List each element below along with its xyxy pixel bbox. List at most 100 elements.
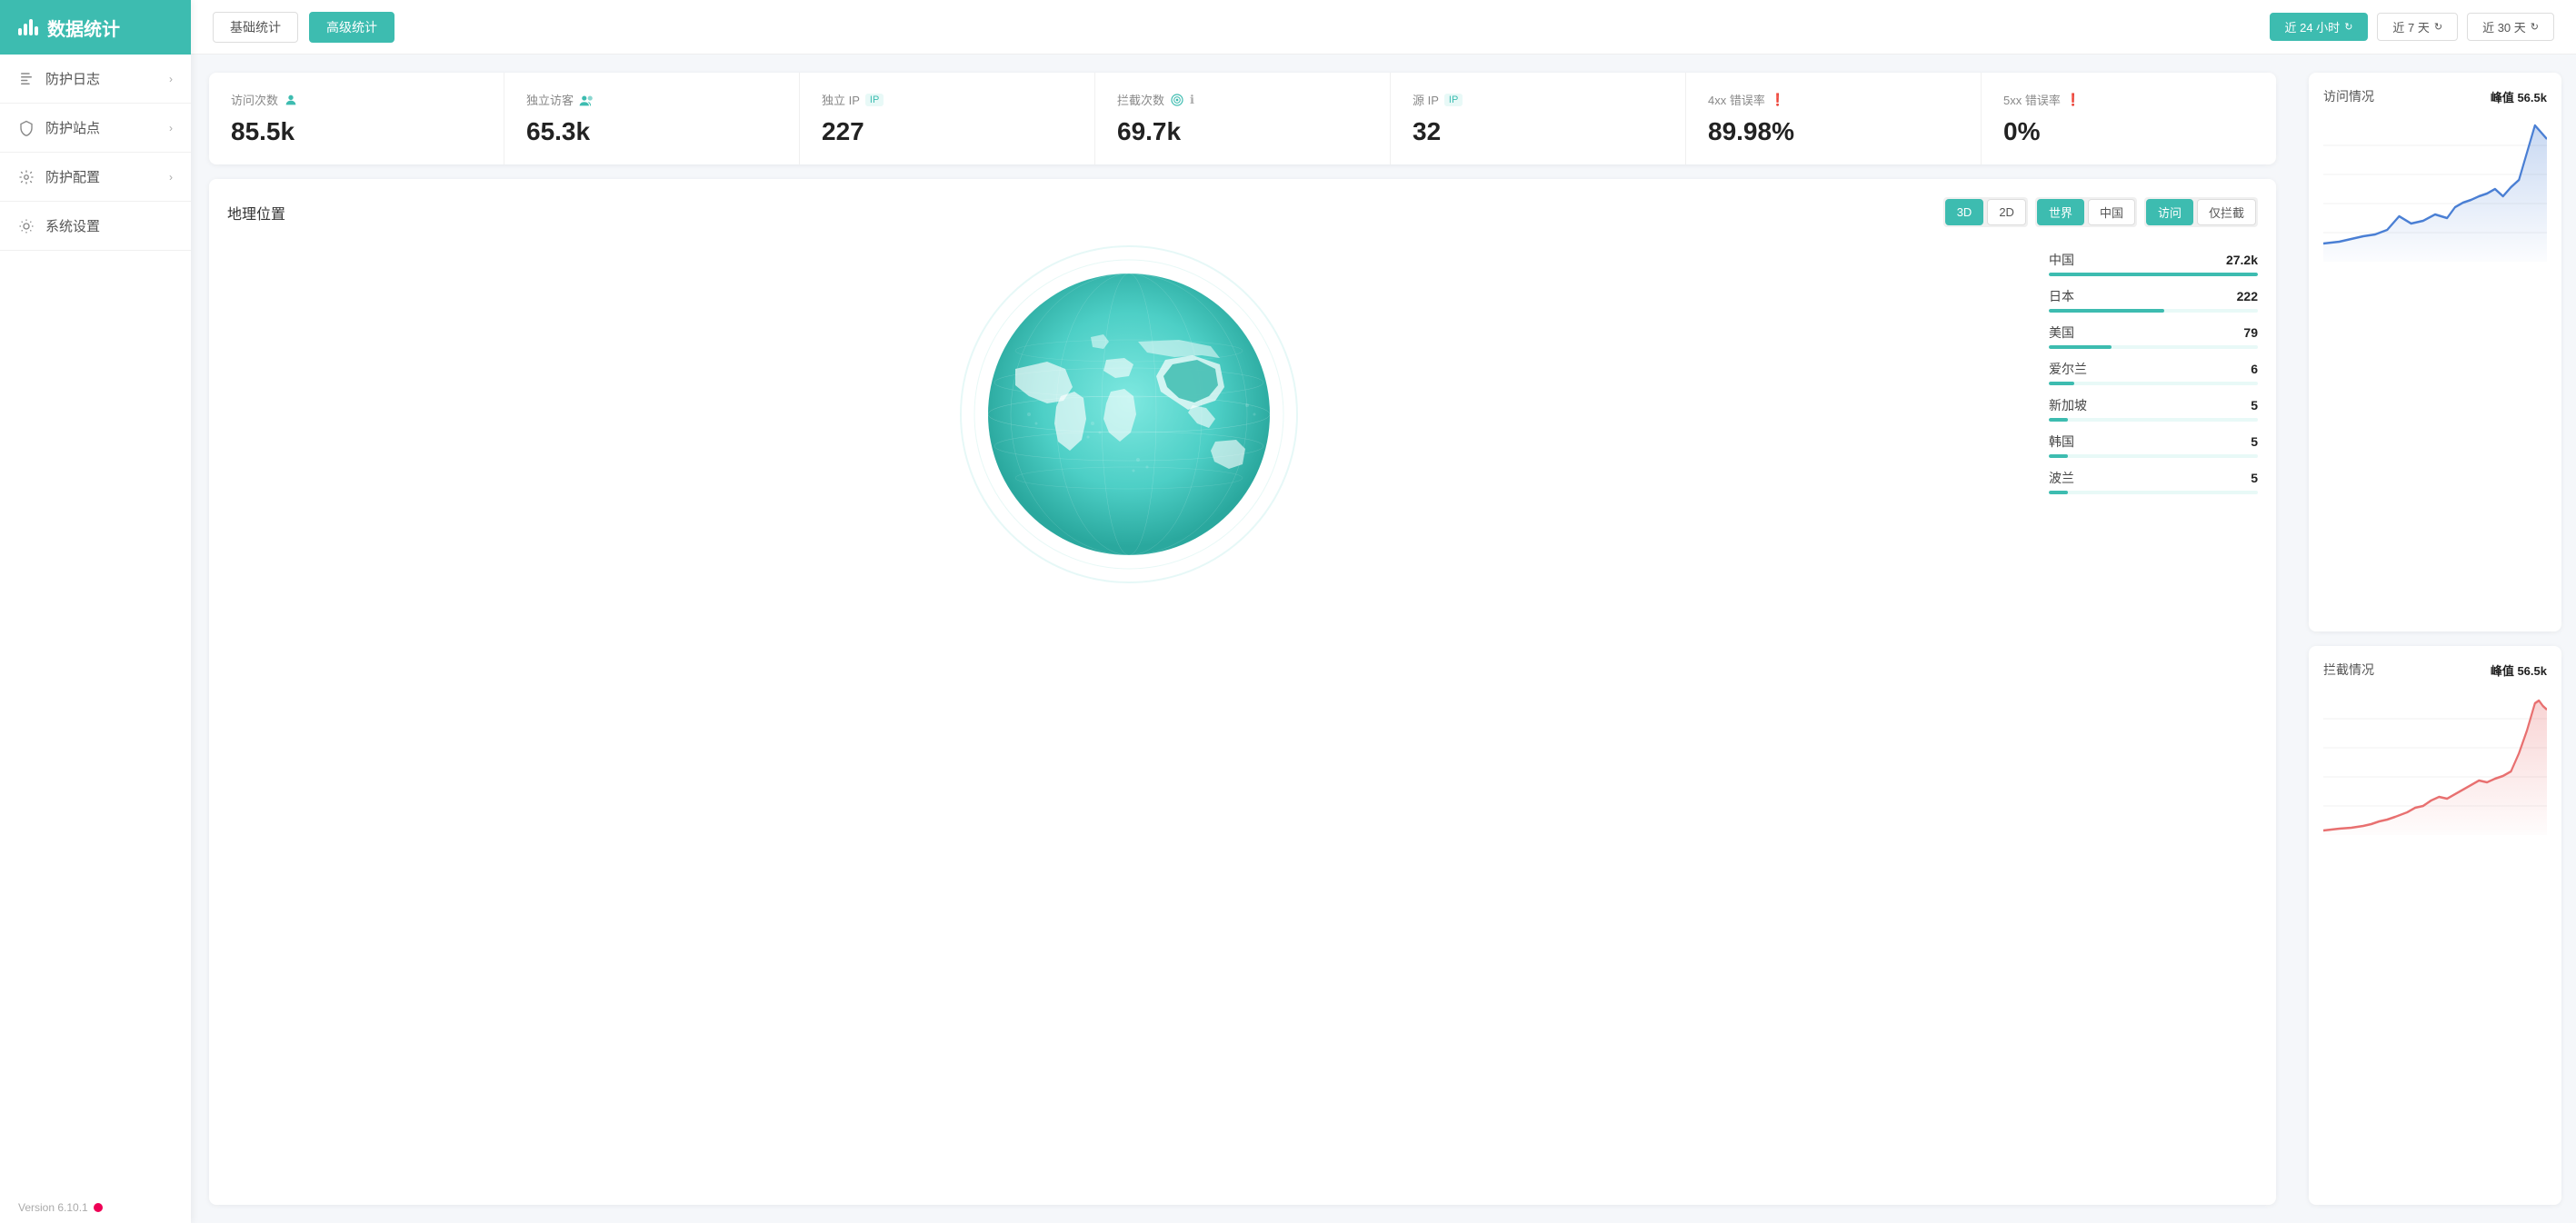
chart-area-access — [2323, 116, 2547, 262]
access-chart-svg — [2323, 116, 2547, 262]
chart-title-blocked: 拦截情况 — [2323, 661, 2374, 679]
country-bar-poland — [2049, 491, 2068, 494]
version-bar: Version 6.10.1 — [0, 1192, 191, 1223]
country-name-singapore: 新加坡 — [2049, 396, 2087, 414]
stat-ip-tag: IP — [865, 94, 884, 106]
refresh-icon-30d: ↻ — [2531, 21, 2539, 33]
country-val-china: 27.2k — [2226, 253, 2258, 267]
type-toggle: 访问 仅拦截 — [2144, 197, 2258, 227]
stat-4xx: 4xx 错误率 ❗ 89.98% — [1686, 73, 1982, 164]
country-name-usa: 美国 — [2049, 323, 2074, 342]
target-icon — [1170, 93, 1184, 107]
country-item-japan: 日本 222 — [2049, 287, 2258, 313]
btn-visit[interactable]: 访问 — [2146, 199, 2193, 225]
sidebar-label-settings: 系统设置 — [45, 216, 100, 235]
country-item-china: 中国 27.2k — [2049, 251, 2258, 276]
country-name-korea: 韩国 — [2049, 433, 2074, 451]
time-btn-24h[interactable]: 近 24 小时 ↻ — [2270, 13, 2369, 41]
country-bar-usa — [2049, 345, 2112, 349]
country-val-japan: 222 — [2237, 289, 2258, 303]
sidebar-label-site: 防护站点 — [45, 118, 100, 137]
refresh-icon-24h: ↻ — [2344, 21, 2352, 33]
stat-uv-value: 65.3k — [526, 117, 777, 146]
sidebar-item-settings[interactable]: 系统设置 — [0, 202, 191, 251]
country-bar-china — [2049, 273, 2258, 276]
chevron-icon-log: › — [169, 73, 173, 85]
country-item-poland: 波兰 5 — [2049, 469, 2258, 494]
stat-visits-value: 85.5k — [231, 117, 482, 146]
stat-ip-value: 227 — [822, 117, 1073, 146]
sidebar-item-log[interactable]: 防护日志 › — [0, 55, 191, 104]
btn-china[interactable]: 中国 — [2088, 199, 2135, 225]
version-text: Version 6.10.1 — [18, 1201, 88, 1214]
map-body: 中国 27.2k 日本 222 — [227, 242, 2258, 587]
country-item-usa: 美国 79 — [2049, 323, 2258, 349]
content: 访问次数 85.5k 独立访客 65.3k 独立 IP — [191, 55, 2576, 1223]
topbar: 基础统计 高级统计 近 24 小时 ↻ 近 7 天 ↻ 近 30 天 ↻ — [191, 0, 2576, 55]
country-name-ireland: 爱尔兰 — [2049, 360, 2087, 378]
btn-2d[interactable]: 2D — [1987, 199, 2026, 225]
time-btn-30d[interactable]: 近 30 天 ↻ — [2467, 13, 2554, 41]
stat-blocked-value: 69.7k — [1117, 117, 1368, 146]
tab-advanced[interactable]: 高级统计 — [309, 12, 394, 43]
sidebar: 数据统计 防护日志 › 防护站点 › — [0, 0, 191, 1223]
warn-icon-4xx: ❗ — [1771, 93, 1785, 107]
stat-unique-ip: 独立 IP IP 227 — [800, 73, 1095, 164]
sidebar-item-site[interactable]: 防护站点 › — [0, 104, 191, 153]
country-val-korea: 5 — [2251, 434, 2258, 449]
stat-visits-title: 访问次数 — [231, 91, 278, 108]
country-item-ireland: 爱尔兰 6 — [2049, 360, 2258, 385]
stat-5xx-value: 0% — [2003, 117, 2254, 146]
stat-5xx: 5xx 错误率 ❗ 0% — [1982, 73, 2276, 164]
view-toggle: 3D 2D — [1943, 197, 2028, 227]
country-bar-japan — [2049, 309, 2164, 313]
stat-src-ip-value: 32 — [1413, 117, 1663, 146]
stats-row: 访问次数 85.5k 独立访客 65.3k 独立 IP — [209, 73, 2276, 164]
shield-icon — [18, 120, 35, 136]
chart-area-blocked — [2323, 690, 2547, 835]
btn-3d[interactable]: 3D — [1945, 199, 1984, 225]
time-btn-7d[interactable]: 近 7 天 ↻ — [2377, 13, 2458, 41]
chart-title-access: 访问情况 — [2323, 87, 2374, 105]
sidebar-label-config: 防护配置 — [45, 167, 100, 186]
stat-source-ip: 源 IP IP 32 — [1391, 73, 1686, 164]
blocked-chart-svg — [2323, 690, 2547, 835]
map-header: 地理位置 3D 2D 世界 中国 访问 仅拦截 — [227, 197, 2258, 227]
stat-uv-title: 独立访客 — [526, 91, 574, 108]
info-icon-blocked[interactable]: ℹ — [1190, 93, 1194, 107]
stat-blocked: 拦截次数 ℹ 69.7k — [1095, 73, 1391, 164]
main-area: 基础统计 高级统计 近 24 小时 ↻ 近 7 天 ↻ 近 30 天 ↻ — [191, 0, 2576, 1223]
log-icon — [18, 71, 35, 87]
time-controls: 近 24 小时 ↻ 近 7 天 ↻ 近 30 天 ↻ — [2270, 13, 2555, 41]
country-bar-singapore — [2049, 418, 2068, 422]
persons-icon — [579, 93, 595, 107]
stat-ip-title: 独立 IP — [822, 91, 860, 108]
right-panel: 访问情况 峰值 56.5k — [2294, 55, 2576, 1223]
tab-basic[interactable]: 基础统计 — [213, 12, 298, 43]
chevron-icon-config: › — [169, 171, 173, 184]
chart-header-blocked: 拦截情况 峰值 56.5k — [2323, 661, 2547, 679]
country-name-japan: 日本 — [2049, 287, 2074, 305]
country-val-usa: 79 — [2243, 325, 2258, 340]
country-val-singapore: 5 — [2251, 398, 2258, 413]
region-toggle: 世界 中国 — [2035, 197, 2137, 227]
sidebar-item-config[interactable]: 防护配置 › — [0, 153, 191, 202]
app-title: 数据统计 — [47, 15, 120, 41]
chart-peak-access: 峰值 56.5k — [2491, 88, 2547, 105]
map-controls: 3D 2D 世界 中国 访问 仅拦截 — [1943, 197, 2258, 227]
map-title: 地理位置 — [227, 202, 285, 224]
btn-world[interactable]: 世界 — [2037, 199, 2084, 225]
stat-visits: 访问次数 85.5k — [209, 73, 504, 164]
sidebar-label-log: 防护日志 — [45, 69, 100, 88]
settings-icon — [18, 218, 35, 234]
country-name-china: 中国 — [2049, 251, 2074, 269]
btn-blocked-only[interactable]: 仅拦截 — [2197, 199, 2256, 225]
country-bar-korea — [2049, 454, 2068, 458]
version-dot — [94, 1203, 103, 1212]
chart-header-access: 访问情况 峰值 56.5k — [2323, 87, 2547, 105]
left-panel: 访问次数 85.5k 独立访客 65.3k 独立 IP — [191, 55, 2294, 1223]
country-val-ireland: 6 — [2251, 362, 2258, 376]
stat-src-ip-tag: IP — [1444, 94, 1463, 106]
country-name-poland: 波兰 — [2049, 469, 2074, 487]
stat-blocked-title: 拦截次数 — [1117, 91, 1164, 108]
